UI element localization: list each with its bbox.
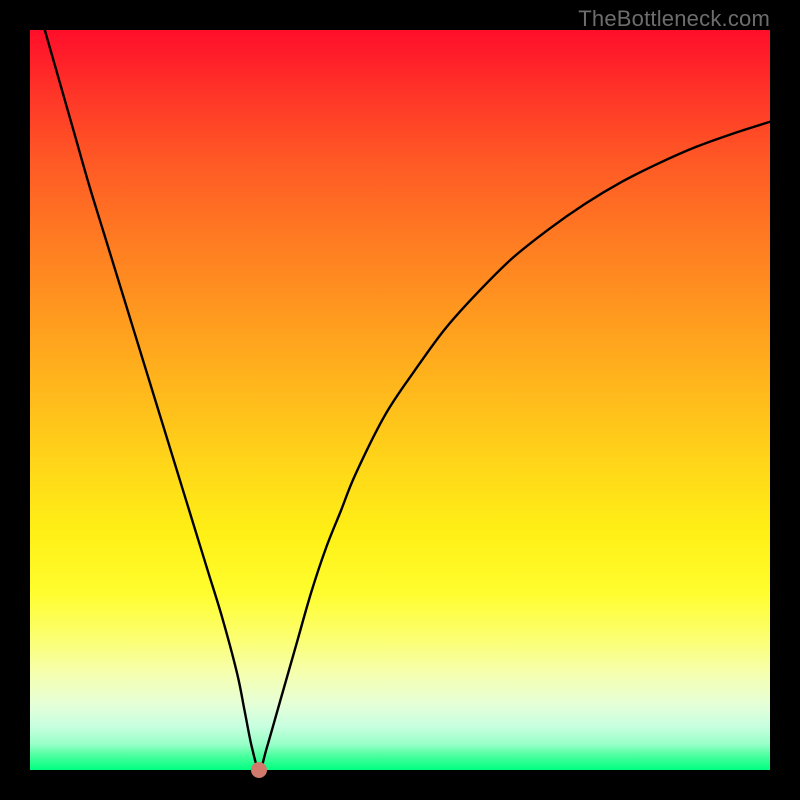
plot-background [30, 30, 770, 770]
bottleneck-curve [30, 30, 770, 770]
minimum-point-marker [251, 762, 267, 778]
chart-canvas: TheBottleneck.com [0, 0, 800, 800]
attribution-watermark: TheBottleneck.com [578, 6, 770, 32]
